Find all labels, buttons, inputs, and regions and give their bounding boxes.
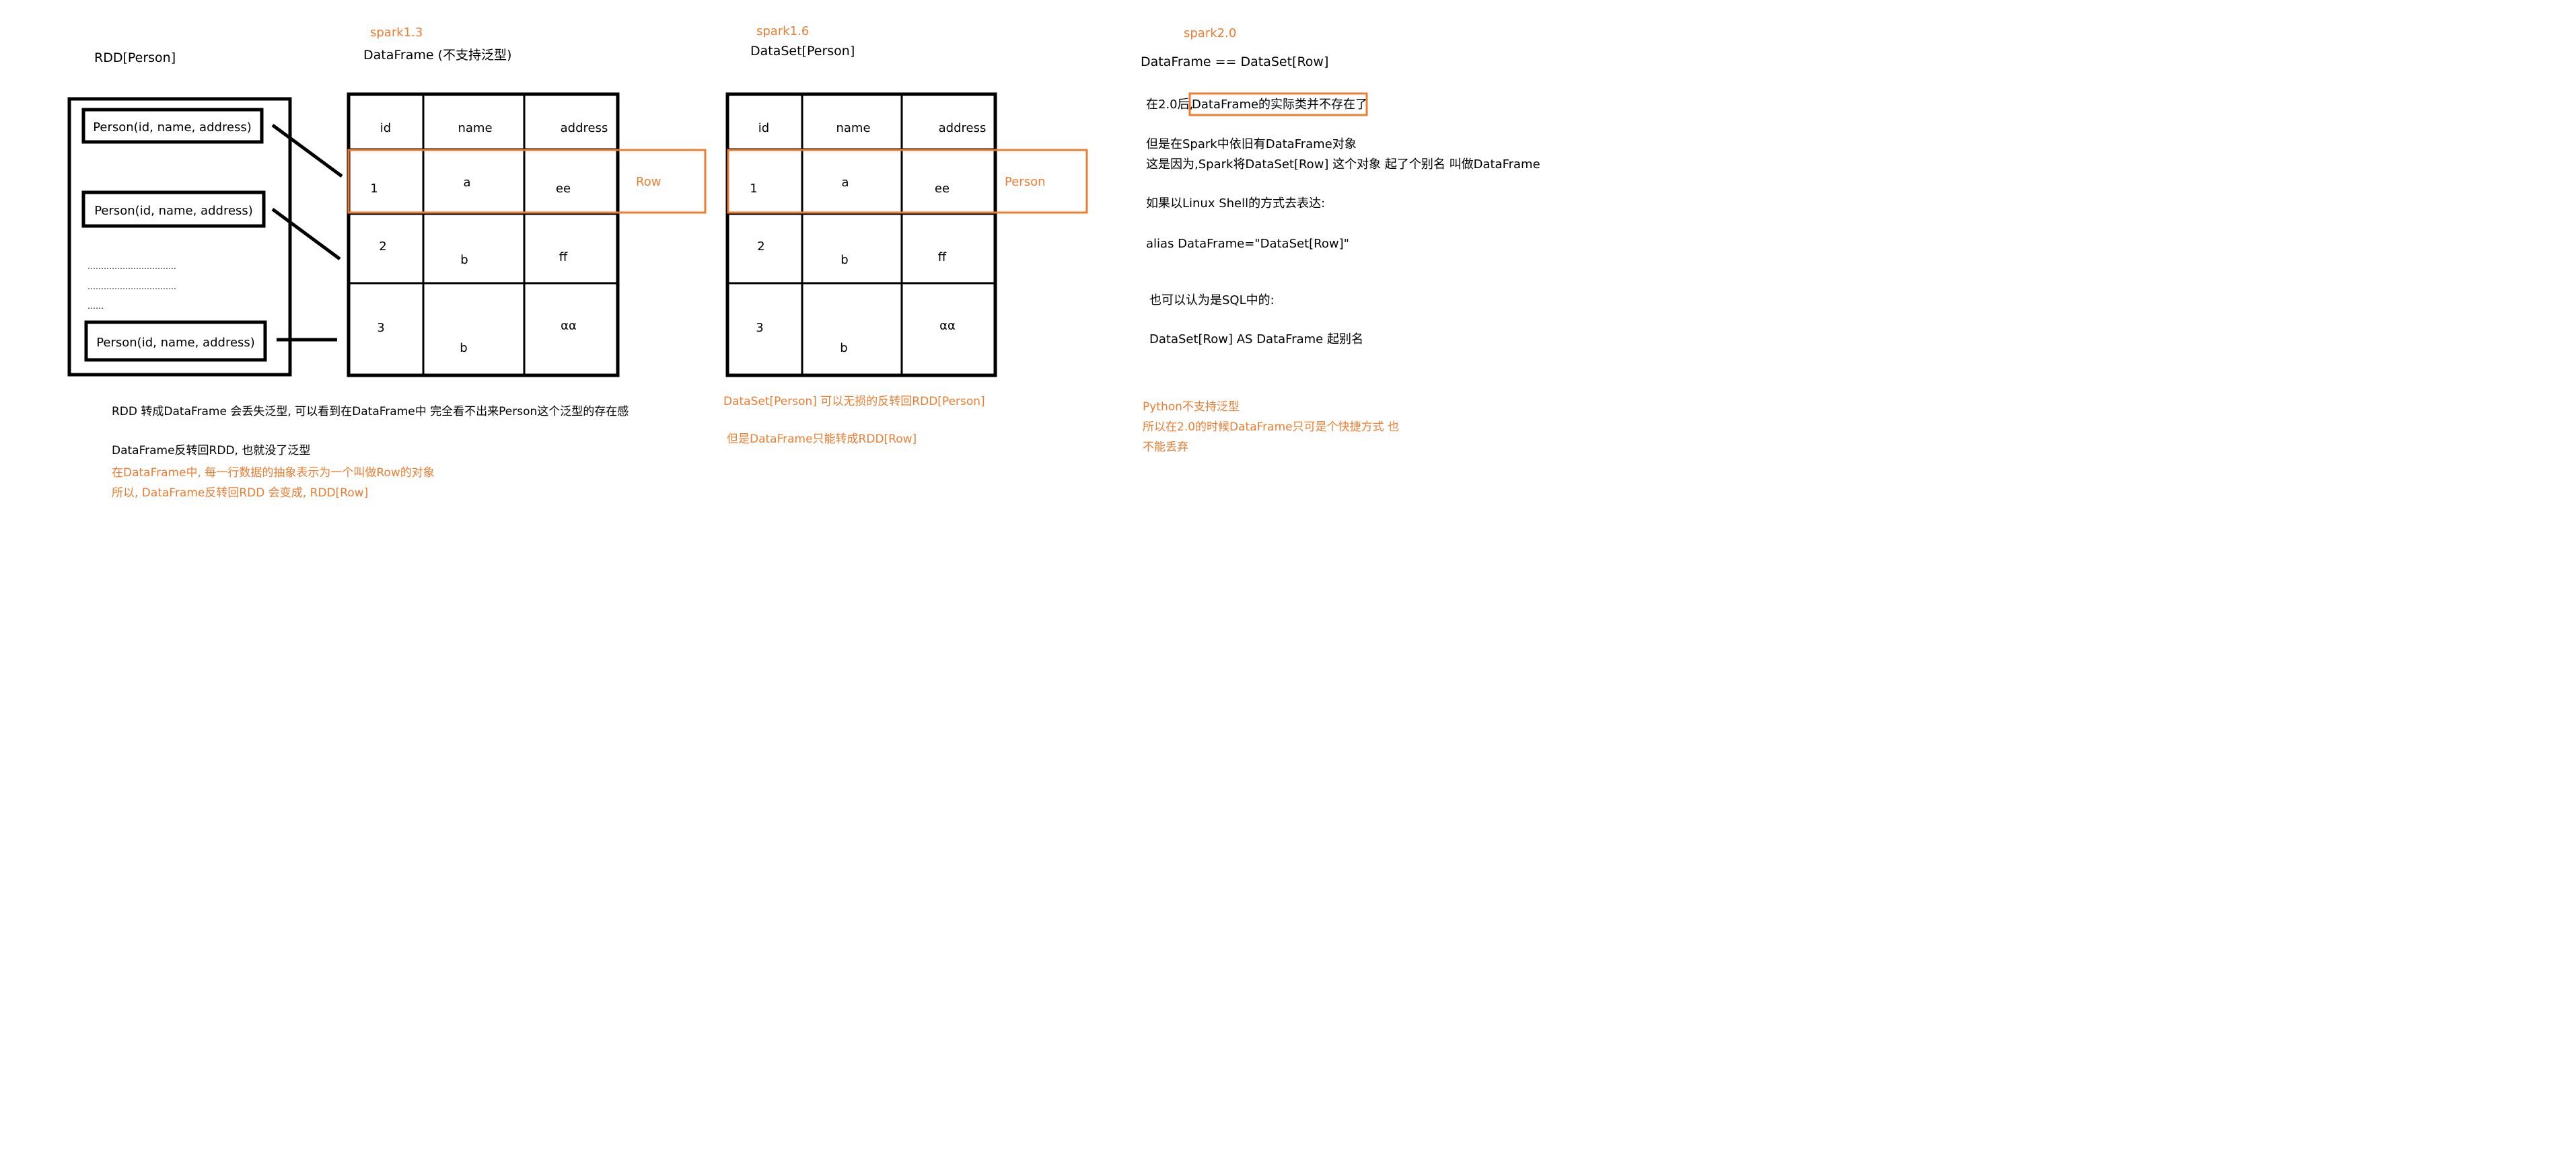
spark13-cell-3-name: b <box>460 341 467 355</box>
spark20-version-label: spark2.0 <box>1184 26 1236 40</box>
spark13-table-border <box>347 92 620 377</box>
spark16-cell-1-name: a <box>841 176 849 190</box>
spark20-note-accent-2: 所以在2.0的时候DataFrame只可是个快捷方式 也 <box>1143 420 1399 434</box>
rdd-person-label-2: Person(id, name, address) <box>94 204 253 218</box>
spark20-line-3: 这是因为,Spark将DataSet[Row] 这个对象 起了个别名 叫做Dat… <box>1146 157 1540 172</box>
spark13-title: DataFrame (不支持泛型) <box>363 48 511 63</box>
spark16-cell-3-name: b <box>840 341 847 355</box>
spark16-note-2: 但是DataFrame只能转成RDD[Row] <box>727 433 917 446</box>
rdd-person-label-1: Person(id, name, address) <box>93 120 252 135</box>
spark13-header-address: address <box>561 121 608 135</box>
rdd-title: RDD[Person] <box>94 50 176 65</box>
spark20-title: DataFrame == DataSet[Row] <box>1141 54 1328 69</box>
spark13-cell-2-name: b <box>460 253 468 267</box>
spark13-table: id name address 1 a ee 2 b ff 3 b αα <box>347 92 620 377</box>
rdd-note-accent-1: 在DataFrame中, 每一行数据的抽象表示为一个叫做Row的对象 <box>112 466 435 480</box>
rdd-dots-1: …………………………… <box>87 262 176 271</box>
spark16-cell-3-id: 3 <box>756 321 763 335</box>
spark16-cell-2-id: 2 <box>757 239 764 254</box>
spark13-cell-1-address: ee <box>556 182 571 196</box>
spark16-header-name: name <box>836 121 870 135</box>
spark16-table-border <box>725 92 997 377</box>
spark20-line1-prefix: 在2.0后, <box>1146 98 1193 112</box>
spark20-line1-boxed: DataFrame的实际类并不存在了 <box>1192 98 1367 112</box>
spark20-note-accent-1: Python不支持泛型 <box>1143 400 1240 414</box>
spark16-row-label: Person <box>1005 175 1046 189</box>
rdd-note-2: DataFrame反转回RDD, 也就没了泛型 <box>112 444 310 457</box>
spark13-header-name: name <box>458 121 492 135</box>
spark13-cell-3-address: αα <box>561 319 577 333</box>
spark16-table: id name address 1 a ee 2 b ff 3 b αα <box>725 92 997 377</box>
spark13-cell-1-id: 1 <box>370 182 378 196</box>
spark16-version-label: spark1.6 <box>756 24 809 38</box>
spark-dataframe-diagram: RDD[Person] Person(id, name, address) Pe… <box>67 24 1540 500</box>
spark20-note-accent-3: 不能丢弃 <box>1143 441 1188 454</box>
spark16-cell-3-address: αα <box>939 319 956 333</box>
spark16-cell-2-address: ff <box>938 250 947 264</box>
spark16-header-id: id <box>758 121 769 135</box>
spark13-cell-3-id: 3 <box>377 321 384 335</box>
spark20-line-7: DataSet[Row] AS DataFrame 起别名 <box>1149 332 1363 346</box>
rdd-dots-2: …………………………… <box>87 282 176 291</box>
rdd-dots-3: …… <box>87 301 104 311</box>
spark20-line-4: 如果以Linux Shell的方式去表达: <box>1146 196 1325 211</box>
spark13-version-label: spark1.3 <box>370 26 423 40</box>
spark13-header-id: id <box>380 121 391 135</box>
spark16-cell-2-name: b <box>840 253 848 267</box>
spark16-note-1: DataSet[Person] 可以无损的反转回RDD[Person] <box>723 395 985 408</box>
spark13-row-label: Row <box>636 175 661 189</box>
spark13-cell-2-id: 2 <box>379 239 386 254</box>
rdd-person-label-3: Person(id, name, address) <box>96 336 255 350</box>
spark20-line-5: alias DataFrame="DataSet[Row]" <box>1146 237 1349 251</box>
rdd-note-accent-2: 所以, DataFrame反转回RDD 会变成, RDD[Row] <box>112 486 368 500</box>
spark20-line-6: 也可以认为是SQL中的: <box>1149 293 1275 307</box>
spark16-cell-1-id: 1 <box>750 182 757 196</box>
spark16-header-address: address <box>939 121 987 135</box>
connector-line-2 <box>271 207 341 261</box>
spark16-title: DataSet[Person] <box>750 44 855 59</box>
spark13-cell-1-name: a <box>463 176 470 190</box>
rdd-note-1: RDD 转成DataFrame 会丢失泛型, 可以看到在DataFrame中 完… <box>112 405 629 418</box>
spark20-line-2: 但是在Spark中依旧有DataFrame对象 <box>1146 137 1357 151</box>
spark16-cell-1-address: ee <box>935 182 950 196</box>
connector-line-1 <box>271 123 343 178</box>
spark13-cell-2-address: ff <box>559 250 568 264</box>
